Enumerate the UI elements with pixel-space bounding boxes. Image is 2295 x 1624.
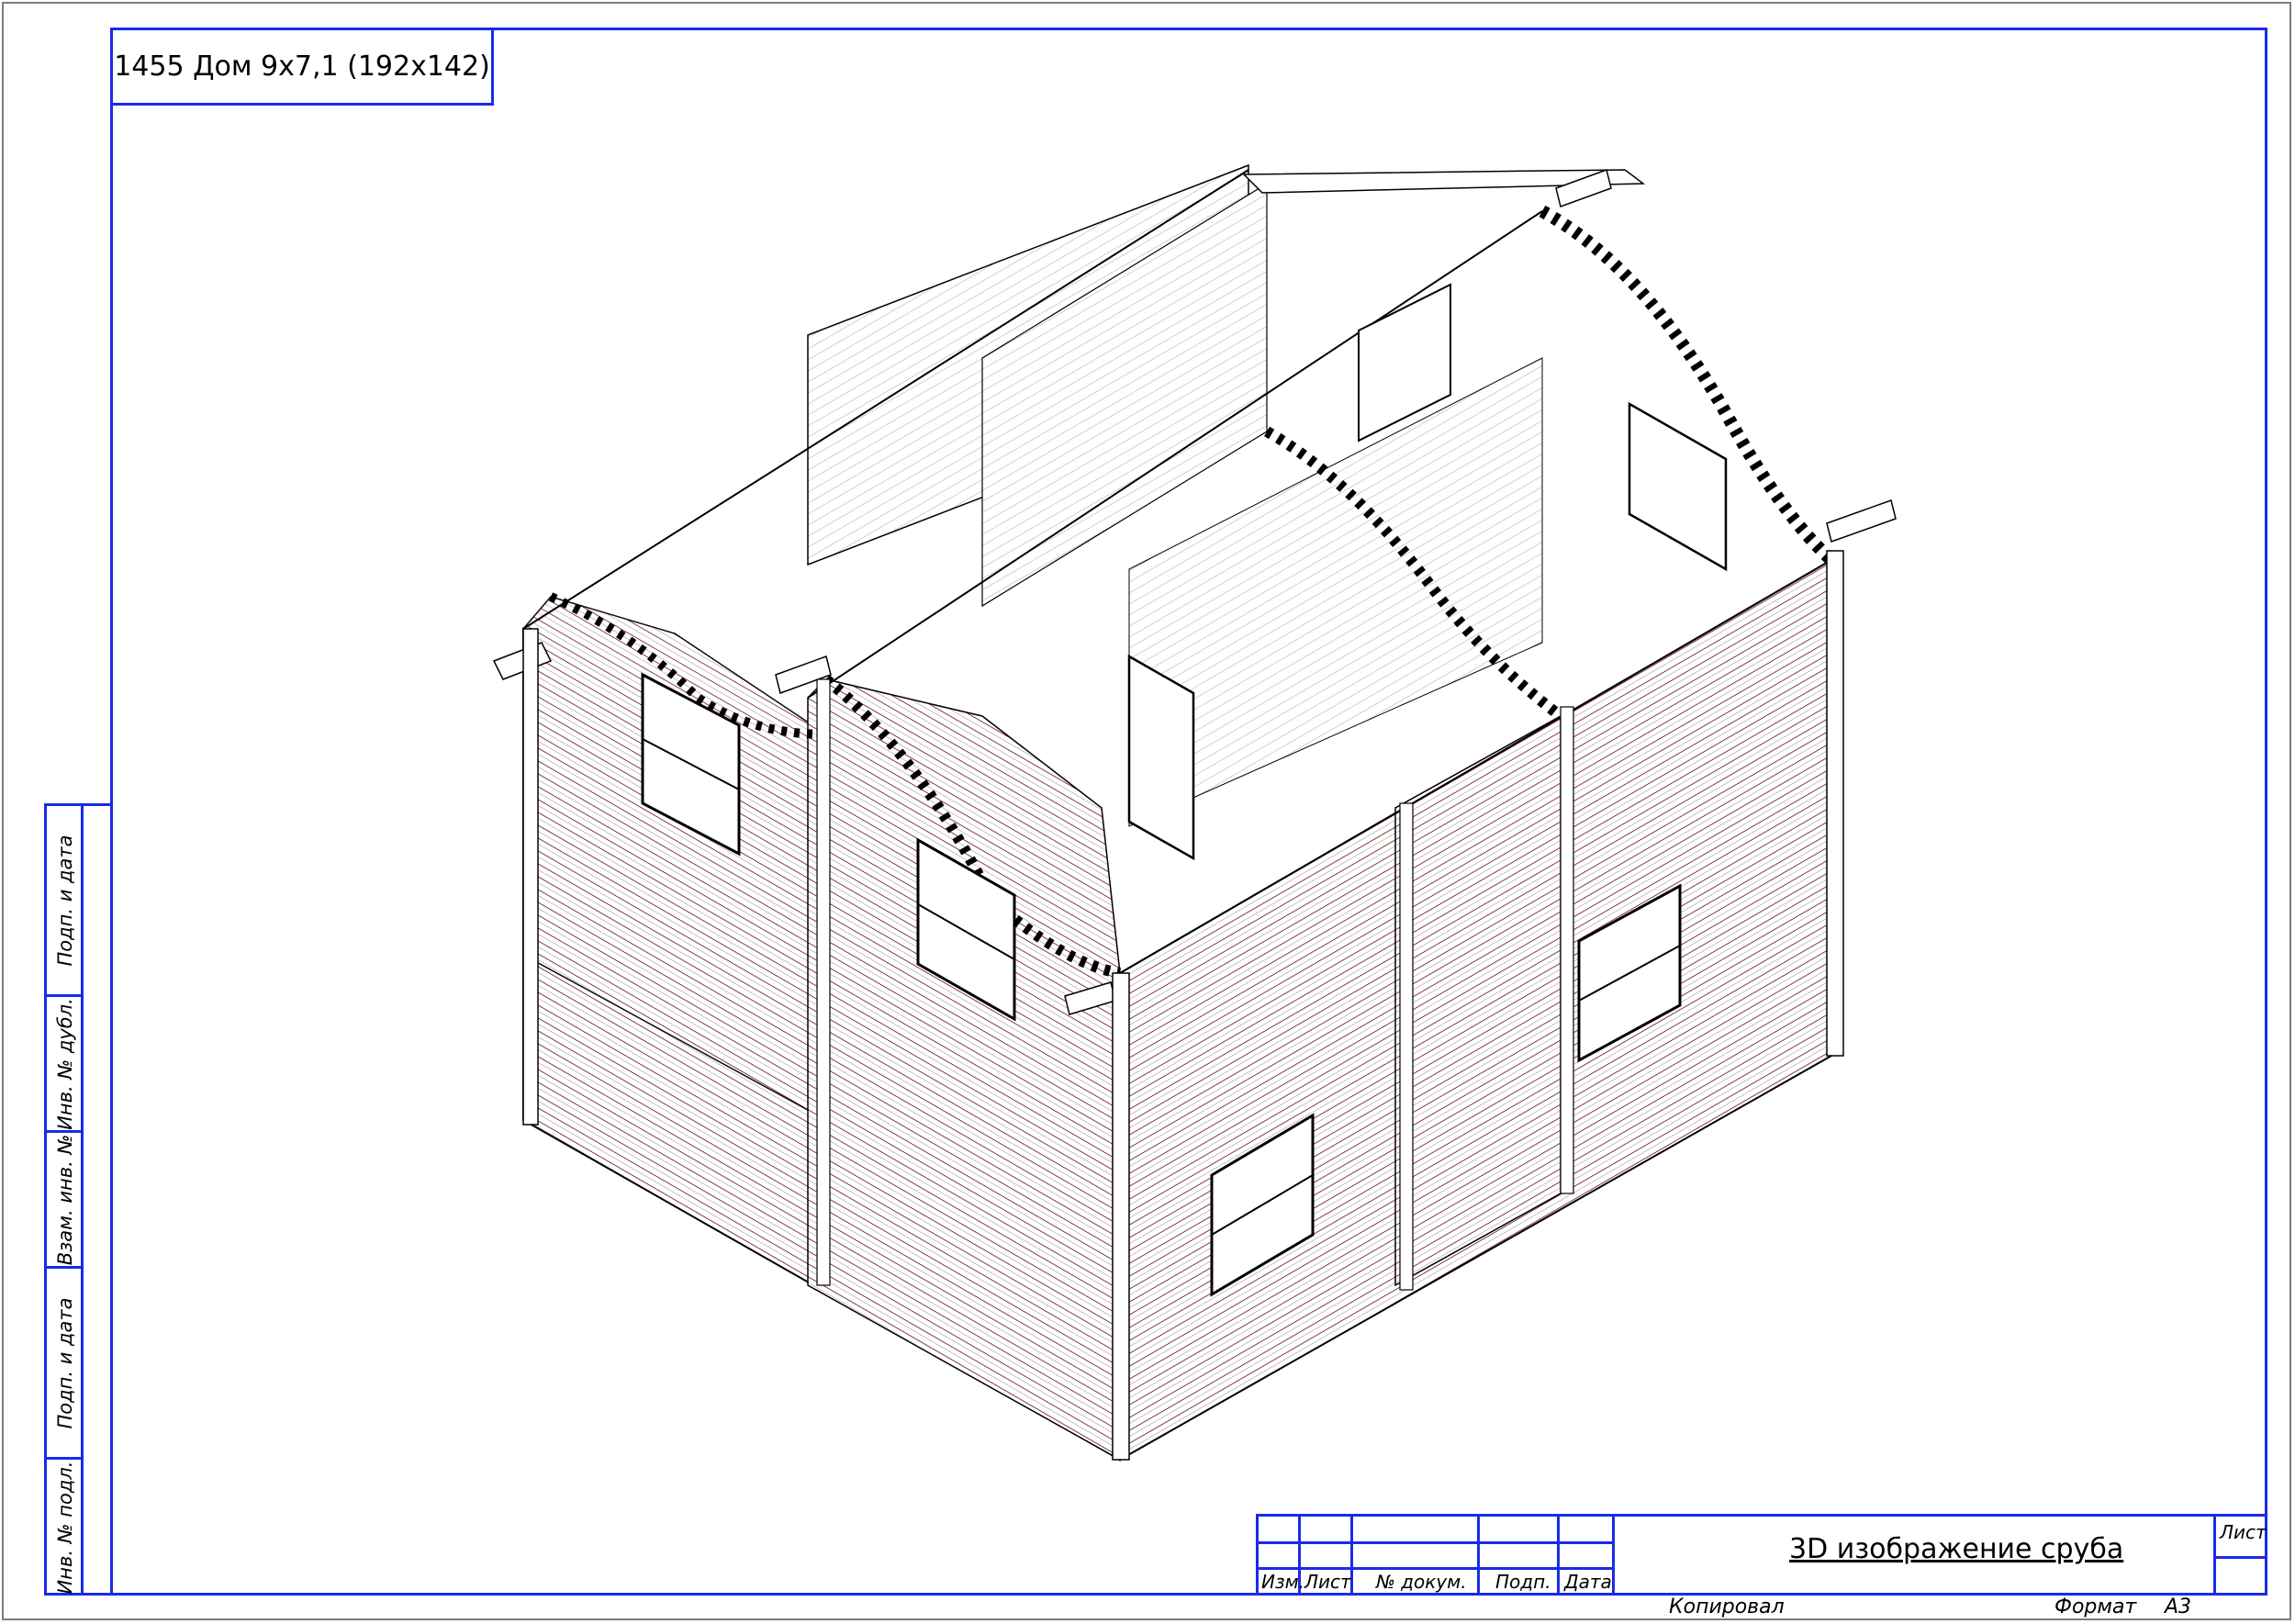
corner-post-front xyxy=(1112,972,1130,1461)
log-house-3d-drawing xyxy=(492,163,1897,1462)
title-block-stamp: Изм. Лист № докум. Подп. Дата 3D изображ… xyxy=(1256,1514,2267,1596)
stamp-col-doc: № докум. xyxy=(1376,1571,1467,1593)
beam-end-4 xyxy=(1826,499,1897,543)
corner-post-left xyxy=(522,628,539,1126)
corner-post-right xyxy=(1826,550,1844,1057)
door-inner xyxy=(1127,654,1195,861)
stamp-col-sign: Подп. xyxy=(1495,1571,1551,1593)
format-value: А3 xyxy=(2165,1596,2192,1618)
corner-post-partition xyxy=(1560,706,1574,1194)
drawing-title: 3D изображение сруба xyxy=(1789,1533,2124,1565)
copied-label: Копировал xyxy=(1669,1596,1785,1618)
window-rear-gable xyxy=(1628,401,1728,572)
stamp-col-list: Лист xyxy=(1304,1571,1351,1593)
middle-partition xyxy=(1394,714,1562,1287)
corner-post-gable xyxy=(816,678,831,1286)
format-label: Формат xyxy=(2054,1596,2137,1618)
stamp-col-izm: Изм. xyxy=(1261,1571,1305,1593)
stamp-sheet-label: Лист xyxy=(2220,1521,2267,1543)
stamp-col-date: Дата xyxy=(1564,1571,1612,1593)
partition-gable xyxy=(807,678,1121,1462)
corner-post-mid xyxy=(1399,802,1414,1291)
